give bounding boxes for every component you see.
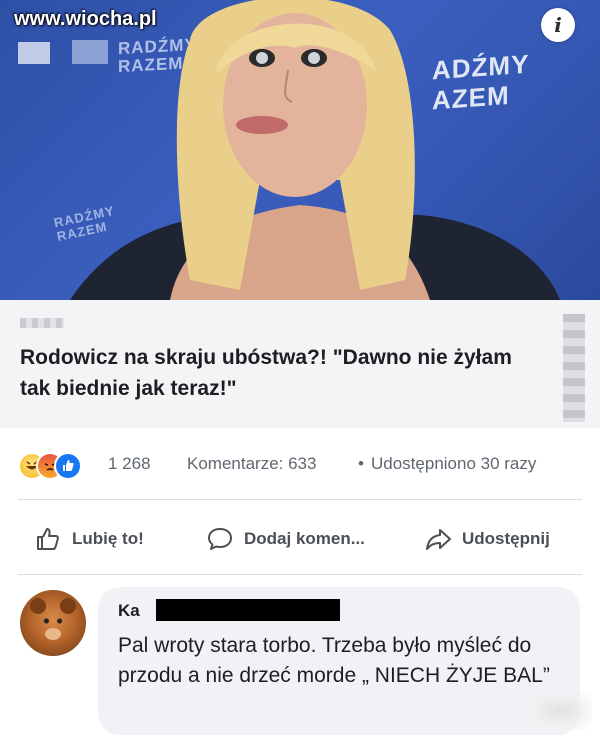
stats-separator: • [358,454,364,473]
avatar-ear [60,598,76,614]
corner-watermark-stamp [528,692,592,730]
comment-bubble-icon [208,528,232,550]
site-watermark: www.wiocha.pl [14,8,157,30]
avatar-snout [45,628,61,640]
comment-bubble[interactable]: Ka Pal wroty stara torbo. Trzeba było my… [98,587,580,735]
person-figure [70,0,560,300]
link-source-blurred [20,318,64,328]
redacted-name-bar [156,599,340,621]
post-actions: Lubię to! Dodaj komen... Udostępnij [0,508,600,568]
share-button-label: Udostępnij [462,529,550,548]
comment-author[interactable]: Ka [118,601,140,621]
reaction-icons[interactable] [18,452,104,480]
comment-button[interactable]: Dodaj komen... [206,522,365,556]
like-icon [54,452,82,480]
divider [18,499,582,500]
comment-button-label: Dodaj komen... [244,529,365,548]
comments-count[interactable]: Komentarze: 633 [187,454,316,474]
shares-count[interactable]: Udostępniono 30 razy [371,454,536,474]
like-button-label: Lubię to! [72,529,144,548]
info-icon[interactable]: i [541,8,575,42]
avatar-ear [30,598,46,614]
like-button[interactable]: Lubię to! [34,522,144,556]
post-stats: 1 268 Komentarze: 633 • Udostępniono 30 … [0,438,600,490]
avatar-eyes [42,618,64,624]
commenter-avatar[interactable] [20,590,86,656]
link-preview[interactable]: Rodowicz na skraju ubóstwa?! "Dawno nie … [0,300,600,428]
reaction-count[interactable]: 1 268 [108,454,151,474]
comment-text: Pal wroty stara torbo. Trzeba było myśle… [118,634,550,687]
divider [18,574,582,575]
share-button[interactable]: Udostępnij [424,522,550,556]
post-photo[interactable]: RADŹMY RAZEM ADŹMY AZEM RADŹMY RAZEM www… [0,0,600,300]
thumbs-up-icon [37,528,59,550]
blurred-column [563,314,585,422]
link-title[interactable]: Rodowicz na skraju ubóstwa?! "Dawno nie … [20,342,540,404]
share-arrow-icon [426,529,451,550]
